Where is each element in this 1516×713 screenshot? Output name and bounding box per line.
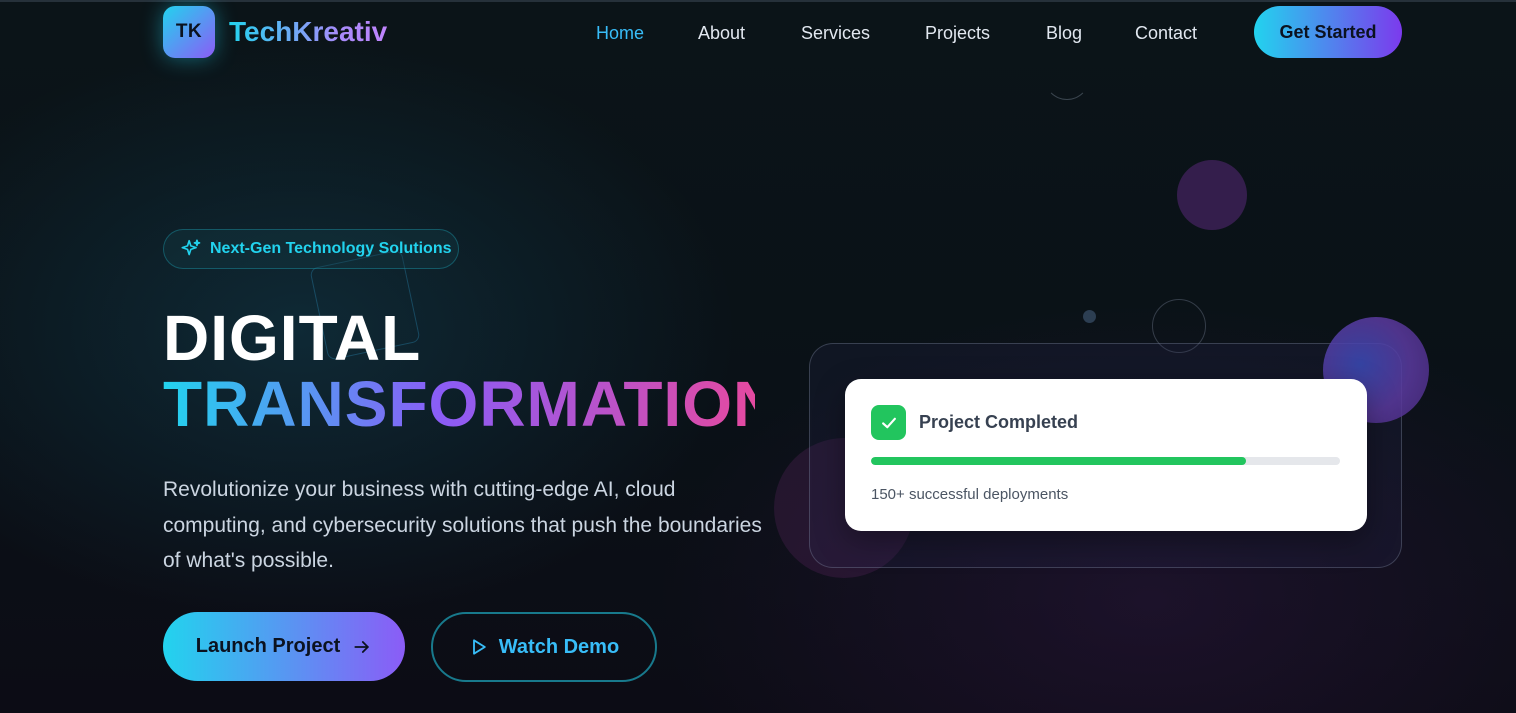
nav-services[interactable]: Services [801, 21, 870, 45]
hero-title-line1: DIGITAL [163, 302, 422, 374]
status-card-subtitle: 150+ successful deployments [871, 486, 1069, 503]
decorative-arc [1044, 54, 1090, 100]
logo-badge[interactable]: TK [163, 6, 215, 58]
check-icon [881, 417, 896, 428]
hero-title-line2-container: TRANSFORMATION [163, 366, 755, 442]
launch-project-button[interactable]: Launch Project [163, 612, 405, 681]
check-icon-box [871, 405, 906, 440]
watch-demo-label: Watch Demo [498, 635, 620, 658]
nav-about[interactable]: About [698, 21, 745, 45]
nav-contact[interactable]: Contact [1135, 21, 1197, 45]
watch-demo-button[interactable]: Watch Demo [431, 612, 657, 682]
nav-home[interactable]: Home [596, 21, 644, 45]
decorative-dot [1083, 310, 1096, 323]
tag-pill: Next-Gen Technology Solutions [163, 229, 459, 269]
decorative-purple-circle [1177, 160, 1247, 230]
sparkle-icon [181, 239, 201, 256]
nav-projects[interactable]: Projects [925, 21, 990, 45]
status-card: Project Completed 150+ successful deploy… [845, 379, 1367, 531]
top-border [0, 0, 1516, 2]
progress-bar [871, 457, 1340, 465]
hero-title-line2: TRANSFORMATION [163, 366, 755, 442]
status-card-title: Project Completed [919, 412, 1079, 432]
get-started-button[interactable]: Get Started [1254, 6, 1402, 58]
launch-project-label: Launch Project [195, 635, 341, 657]
hero-description: Revolutionize your business with cutting… [163, 478, 762, 572]
nav-blog[interactable]: Blog [1046, 21, 1082, 45]
progress-fill [871, 457, 1247, 465]
brand-name[interactable]: TechKreativ [229, 14, 387, 50]
arrow-right-icon [354, 640, 369, 653]
play-icon [472, 639, 486, 655]
tag-text: Next-Gen Technology Solutions [210, 240, 452, 257]
